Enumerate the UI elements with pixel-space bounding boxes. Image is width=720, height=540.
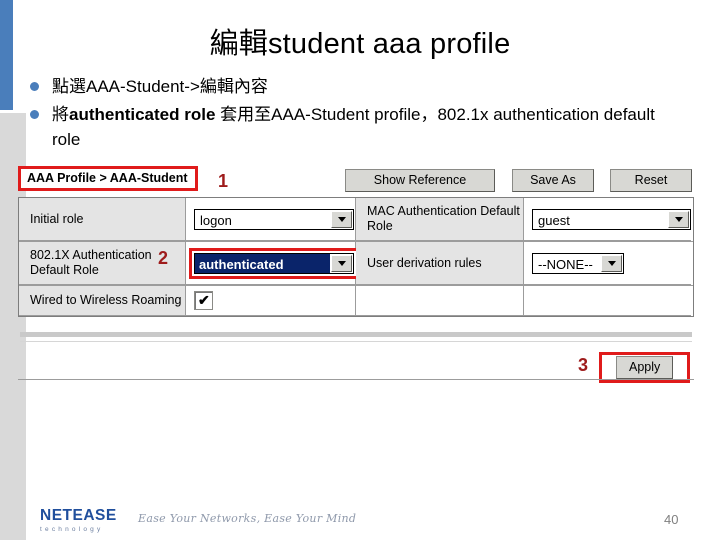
chevron-down-icon[interactable] <box>601 254 622 272</box>
netease-logo: NETEASE technology <box>40 508 132 534</box>
dot1x-auth-default-role-value: authenticated <box>195 253 330 273</box>
bullet-list: 點選AAA-Student->編輯內容 將authenticated role … <box>30 74 680 155</box>
chevron-down-icon[interactable] <box>331 254 352 272</box>
selected-role-highlight-box: authenticated <box>189 247 359 279</box>
row-field-user-derivation-rules: --NONE-- <box>524 242 691 285</box>
empty-cell <box>356 286 524 316</box>
mac-auth-default-role-select[interactable]: guest <box>532 208 691 230</box>
chevron-down-icon[interactable] <box>331 210 352 228</box>
row-label-mac-auth-default-role: MAC Authentication Default Role <box>356 198 524 241</box>
row-label-user-derivation-rules: User derivation rules <box>356 242 524 285</box>
initial-role-value: logon <box>200 212 232 228</box>
app-header-bar: AAA Profile > AAA-Student Show Reference… <box>18 165 694 197</box>
list-item: 點選AAA-Student->編輯內容 <box>30 74 680 99</box>
list-item: 將authenticated role 套用至AAA-Student profi… <box>30 102 680 152</box>
initial-role-select[interactable]: logon <box>194 208 354 230</box>
annotation-number-1: 1 <box>218 171 229 191</box>
wired-to-wireless-roaming-checkbox[interactable]: ✔ <box>194 291 213 310</box>
table-row: Initial role logon MAC Authentication De… <box>19 198 693 241</box>
chevron-down-icon[interactable] <box>668 210 689 228</box>
row-label-initial-role: Initial role <box>19 198 186 241</box>
checkmark-icon: ✔ <box>198 292 210 308</box>
embedded-app-screenshot: AAA Profile > AAA-Student Show Reference… <box>18 165 694 387</box>
row-field-initial-role: logon <box>186 198 356 241</box>
row-field-mac-auth-default-role: guest <box>524 198 691 241</box>
left-accent-stripe-blue <box>0 0 13 110</box>
page-title: 編輯student aaa profile <box>209 28 511 60</box>
mac-auth-default-role-value: guest <box>538 212 570 228</box>
bullet-dot-icon <box>30 82 39 91</box>
save-as-button[interactable]: Save As <box>512 169 594 192</box>
user-derivation-rules-value: --NONE-- <box>538 256 593 272</box>
footer-tagline: Ease Your Networks, Ease Your Mind <box>138 512 357 525</box>
divider-thin <box>20 341 692 342</box>
breadcrumb: AAA Profile > AAA-Student <box>27 171 188 185</box>
dot1x-auth-default-role-select[interactable]: authenticated <box>194 252 354 274</box>
table-row: 802.1X Authentication Default Role authe… <box>19 241 693 285</box>
divider-bottom <box>18 379 694 380</box>
bullet-text: 點選AAA-Student->編輯內容 <box>52 77 268 96</box>
bullet-text: 將authenticated role 套用至AAA-Student profi… <box>52 102 680 152</box>
logo-subtitle: technology <box>40 526 104 533</box>
divider-thick <box>20 332 692 337</box>
table-row: Wired to Wireless Roaming ✔ <box>19 285 693 316</box>
settings-table: Initial role logon MAC Authentication De… <box>18 197 694 317</box>
breadcrumb-highlight-box: AAA Profile > AAA-Student <box>18 166 198 191</box>
bullet-text-bold: authenticated role <box>69 105 216 124</box>
user-derivation-rules-select[interactable]: --NONE-- <box>532 252 624 274</box>
row-label-wired-to-wireless-roaming: Wired to Wireless Roaming <box>19 286 186 316</box>
logo-wordmark: NETEASE <box>40 507 117 524</box>
annotation-number-2: 2 <box>158 248 169 268</box>
apply-button[interactable]: Apply <box>616 356 674 379</box>
reset-button[interactable]: Reset <box>610 169 692 192</box>
page-number: 40 <box>664 512 679 527</box>
empty-cell <box>524 286 691 316</box>
bullet-text-before: 將 <box>52 105 69 124</box>
annotation-number-3: 3 <box>578 355 589 375</box>
bullet-dot-icon <box>30 110 39 119</box>
row-field-wired-to-wireless-roaming: ✔ <box>186 286 356 316</box>
row-field-8021x-auth-default-role: authenticated <box>186 242 359 285</box>
show-reference-button[interactable]: Show Reference <box>345 169 495 192</box>
